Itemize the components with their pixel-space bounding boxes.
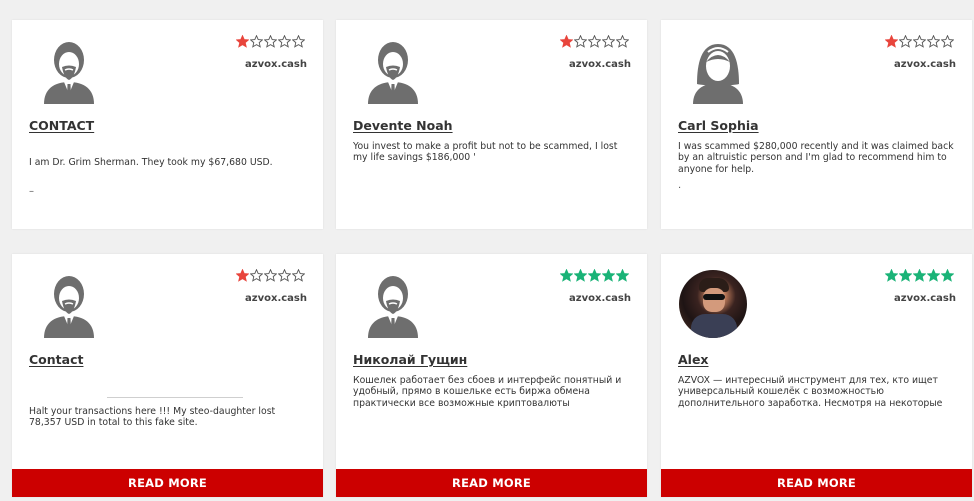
text-divider (107, 397, 243, 398)
review-text: I am Dr. Grim Sherman. They took my $67,… (29, 157, 273, 168)
star-rating (560, 269, 629, 282)
star-filled-icon (941, 269, 954, 282)
star-filled-icon (236, 269, 249, 282)
star-rating (236, 35, 305, 48)
reviewer-name-link[interactable]: Carl Sophia (678, 118, 759, 133)
review-card: azvox.cash Carl Sophia I was scammed $28… (661, 20, 972, 229)
star-empty-icon (264, 35, 277, 48)
male-avatar-icon (358, 34, 428, 104)
star-filled-icon (885, 35, 898, 48)
star-empty-icon (899, 35, 912, 48)
user-photo (679, 270, 747, 338)
star-empty-icon (602, 35, 615, 48)
review-text: Halt your transactions here !!! My steo-… (29, 406, 276, 429)
star-rating (885, 35, 954, 48)
star-filled-icon (602, 269, 615, 282)
reviewer-name-link[interactable]: Alex (678, 352, 709, 367)
star-empty-icon (250, 269, 263, 282)
review-source: azvox.cash (245, 59, 307, 70)
male-avatar-icon (358, 268, 428, 338)
star-filled-icon (616, 269, 629, 282)
review-source: azvox.cash (569, 59, 631, 70)
review-card: azvox.cash Devente Noah You invest to ma… (336, 20, 647, 229)
star-empty-icon (278, 35, 291, 48)
review-card: azvox.cash Николай Гущин Кошелек работае… (336, 254, 647, 497)
review-text-extra: . (678, 180, 682, 191)
read-more-button[interactable]: READ MORE (661, 469, 972, 497)
review-source: azvox.cash (894, 59, 956, 70)
review-card: azvox.cash Contact Halt your transaction… (12, 254, 323, 497)
star-empty-icon (574, 35, 587, 48)
female-avatar-icon (683, 34, 753, 104)
reviewer-name-link[interactable]: Contact (29, 352, 83, 367)
star-filled-icon (899, 269, 912, 282)
review-card: azvox.cash CONTACT I am Dr. Grim Sherman… (12, 20, 323, 229)
star-empty-icon (941, 35, 954, 48)
review-text-extra: – (29, 186, 34, 197)
read-more-button[interactable]: READ MORE (12, 469, 323, 497)
reviewer-name-link[interactable]: Николай Гущин (353, 352, 467, 367)
star-empty-icon (264, 269, 277, 282)
reviewer-name-link[interactable]: CONTACT (29, 118, 94, 133)
star-empty-icon (292, 35, 305, 48)
star-empty-icon (292, 269, 305, 282)
male-avatar-icon (34, 268, 104, 338)
star-rating (885, 269, 954, 282)
star-filled-icon (885, 269, 898, 282)
review-text: Кошелек работает без сбоев и интерфейс п… (353, 375, 622, 409)
star-filled-icon (913, 269, 926, 282)
star-rating (236, 269, 305, 282)
star-filled-icon (574, 269, 587, 282)
review-text: AZVOX — интересный инструмент для тех, к… (678, 375, 943, 409)
star-filled-icon (588, 269, 601, 282)
read-more-button[interactable]: READ MORE (336, 469, 647, 497)
star-filled-icon (927, 269, 940, 282)
review-source: azvox.cash (569, 293, 631, 304)
review-card: azvox.cash Alex AZVOX — интересный инстр… (661, 254, 972, 497)
star-empty-icon (927, 35, 940, 48)
star-filled-icon (236, 35, 249, 48)
review-source: azvox.cash (245, 293, 307, 304)
star-rating (560, 35, 629, 48)
star-empty-icon (588, 35, 601, 48)
star-filled-icon (560, 35, 573, 48)
male-avatar-icon (34, 34, 104, 104)
review-text: You invest to make a profit but not to b… (353, 141, 618, 164)
review-source: azvox.cash (894, 293, 956, 304)
star-empty-icon (913, 35, 926, 48)
review-text: I was scammed $280,000 recently and it w… (678, 141, 954, 175)
star-filled-icon (560, 269, 573, 282)
star-empty-icon (250, 35, 263, 48)
star-empty-icon (616, 35, 629, 48)
reviewer-name-link[interactable]: Devente Noah (353, 118, 453, 133)
star-empty-icon (278, 269, 291, 282)
